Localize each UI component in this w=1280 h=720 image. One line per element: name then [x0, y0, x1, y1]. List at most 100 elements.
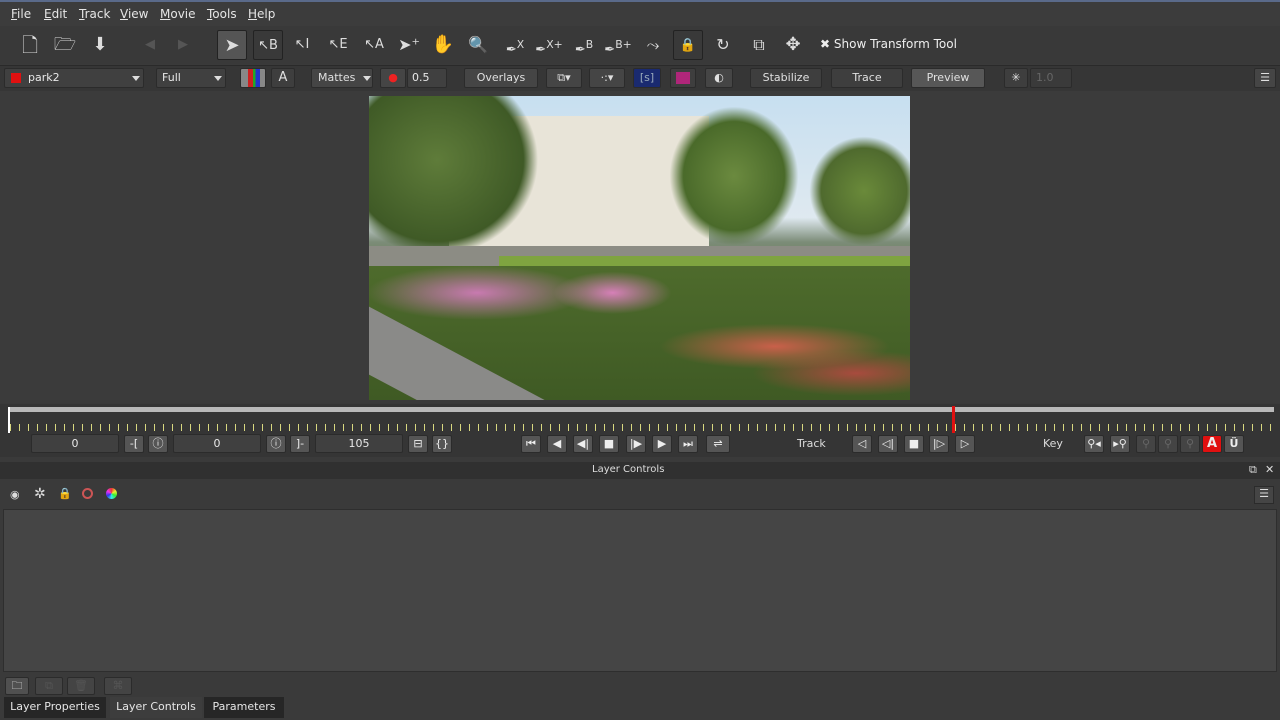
show-transform-checkbox[interactable]: ✖ Show Transform Tool: [820, 37, 957, 51]
mattes-button[interactable]: Mattes: [311, 68, 373, 88]
track-step-forward-icon[interactable]: |▷: [929, 435, 949, 453]
loop-icon[interactable]: ⇌: [706, 435, 730, 453]
timeline-scrub-bar[interactable]: [8, 407, 1274, 412]
preview-button[interactable]: Preview: [911, 68, 985, 88]
layer-select[interactable]: park2: [4, 68, 144, 88]
new-project-icon[interactable]: 🗋: [15, 30, 45, 60]
current-frame-field[interactable]: 0: [173, 434, 261, 453]
lock-icon[interactable]: 🔒: [58, 487, 72, 500]
overlay-options-icon[interactable]: ⧉▾: [546, 68, 582, 88]
hand-tool-icon[interactable]: ✋: [428, 30, 458, 60]
new-layer-icon[interactable]: 🗀: [5, 677, 29, 695]
opacity-field[interactable]: 0.5: [407, 68, 447, 88]
save-icon[interactable]: ⬇: [85, 30, 115, 60]
tab-layer-properties[interactable]: Layer Properties: [4, 697, 106, 718]
trace-button[interactable]: Trace: [831, 68, 903, 88]
scale-tool-icon[interactable]: ⧉: [744, 30, 774, 60]
overlays-button[interactable]: Overlays: [464, 68, 538, 88]
close-icon[interactable]: ✕: [1265, 463, 1274, 476]
step-back-icon[interactable]: ◀|: [573, 435, 593, 453]
add-key-icon[interactable]: ⚲: [1136, 435, 1156, 453]
gear-icon[interactable]: ✲: [34, 486, 46, 502]
select-bezier-tool-icon[interactable]: ↖B: [253, 30, 283, 60]
select-e-tool-icon[interactable]: ↖E: [323, 30, 353, 60]
select-i-tool-icon[interactable]: ↖I: [287, 30, 317, 60]
play-icon[interactable]: ▶: [652, 435, 672, 453]
color-swatch-button[interactable]: [670, 68, 696, 88]
timeline[interactable]: [0, 404, 1280, 434]
redo-icon[interactable]: ▶: [168, 30, 198, 60]
point-options-icon[interactable]: ·:▾: [589, 68, 625, 88]
next-key-icon[interactable]: ▸⚲: [1110, 435, 1130, 453]
rotate-tool-icon[interactable]: ↻: [708, 30, 738, 60]
eye-icon[interactable]: ◉: [10, 488, 20, 501]
clip-frame-image[interactable]: [369, 96, 910, 400]
tab-layer-controls[interactable]: Layer Controls: [110, 697, 202, 718]
panel-menu-icon[interactable]: ☰: [1254, 486, 1274, 504]
set-in-point-icon[interactable]: -[: [124, 435, 144, 453]
delete-all-keys-icon[interactable]: ⚲: [1180, 435, 1200, 453]
autokey-icon[interactable]: A: [1202, 435, 1222, 453]
select-a-tool-icon[interactable]: ↖A: [359, 30, 389, 60]
menu-tools[interactable]: Tools: [207, 7, 237, 21]
track-forwards-icon[interactable]: ▷: [955, 435, 975, 453]
prev-key-icon[interactable]: ⚲◂: [1084, 435, 1104, 453]
in-point-marker[interactable]: [8, 407, 10, 433]
duplicate-layer-icon[interactable]: ⧉: [35, 677, 63, 695]
sparkle-icon[interactable]: ✳: [1004, 68, 1028, 88]
track-backwards-icon[interactable]: ◁: [852, 435, 872, 453]
in-frame-field[interactable]: 0: [31, 434, 119, 453]
lock-tool-icon[interactable]: 🔒: [673, 30, 703, 60]
zoom-value-field[interactable]: 1.0: [1030, 68, 1072, 88]
menu-help[interactable]: Help: [248, 7, 275, 21]
menu-view[interactable]: View: [120, 7, 148, 21]
track-step-back-icon[interactable]: ◁|: [878, 435, 898, 453]
pen-b-tool-icon[interactable]: ✒B: [569, 30, 599, 60]
pen-x-tool-icon[interactable]: ✒X: [500, 30, 530, 60]
undo-icon[interactable]: ◀: [135, 30, 165, 60]
menu-file[interactable]: File: [11, 7, 31, 21]
add-point-tool-icon[interactable]: ➤⁺: [394, 30, 424, 60]
step-forward-icon[interactable]: |▶: [626, 435, 646, 453]
menu-edit[interactable]: Edit: [44, 7, 67, 21]
color-ring-icon[interactable]: [82, 488, 93, 499]
color-wheel-icon[interactable]: [106, 488, 117, 499]
rgb-channel-button[interactable]: [240, 68, 266, 88]
tab-parameters[interactable]: Parameters: [204, 697, 284, 718]
stop-icon[interactable]: ■: [599, 435, 619, 453]
out-frame-field[interactable]: 105: [315, 434, 403, 453]
zoom-timeline-icon[interactable]: ⊟: [408, 435, 428, 453]
stabilize-button[interactable]: Stabilize: [750, 68, 822, 88]
play-backwards-icon[interactable]: ◀: [547, 435, 567, 453]
matte-color-icon[interactable]: ●: [380, 68, 406, 88]
surface-icon[interactable]: [s]: [633, 68, 661, 88]
set-out-point-icon[interactable]: ]-: [290, 435, 310, 453]
select-tool-icon[interactable]: ➤: [217, 30, 247, 60]
zoom-tool-icon[interactable]: 🔍: [463, 30, 493, 60]
view-mode-select[interactable]: Full: [156, 68, 226, 88]
clear-out-point-icon[interactable]: ⓘ: [266, 435, 286, 453]
delete-layer-icon[interactable]: 🗑: [67, 677, 95, 695]
track-stop-icon[interactable]: ■: [904, 435, 924, 453]
playhead[interactable]: [952, 406, 956, 434]
delete-key-icon[interactable]: ⚲: [1158, 435, 1178, 453]
frame-tick: [145, 424, 146, 431]
menu-track[interactable]: Track: [79, 7, 110, 21]
undock-icon[interactable]: ⧉: [1249, 463, 1257, 477]
curve-tool-icon[interactable]: ⤳: [638, 30, 668, 60]
go-to-start-icon[interactable]: ⏮: [521, 435, 541, 453]
menu-movie[interactable]: Movie: [160, 7, 196, 21]
go-to-end-icon[interactable]: ⏭: [678, 435, 698, 453]
pen-x-plus-tool-icon[interactable]: ✒X+: [534, 30, 564, 60]
reset-range-icon[interactable]: {}: [432, 435, 452, 453]
clear-in-point-icon[interactable]: ⓘ: [148, 435, 168, 453]
open-folder-icon[interactable]: 🗁: [50, 30, 80, 60]
alpha-channel-button[interactable]: A: [271, 68, 295, 88]
grid-toggle-icon[interactable]: ◐: [705, 68, 733, 88]
layer-list[interactable]: [3, 509, 1277, 672]
pen-b-plus-tool-icon[interactable]: ✒B+: [603, 30, 633, 60]
merge-layer-icon[interactable]: ⌘: [104, 677, 132, 695]
key-all-icon[interactable]: Ü: [1224, 435, 1244, 453]
panel-menu-icon[interactable]: ☰: [1254, 68, 1276, 88]
move-tool-icon[interactable]: ✥: [778, 30, 808, 60]
